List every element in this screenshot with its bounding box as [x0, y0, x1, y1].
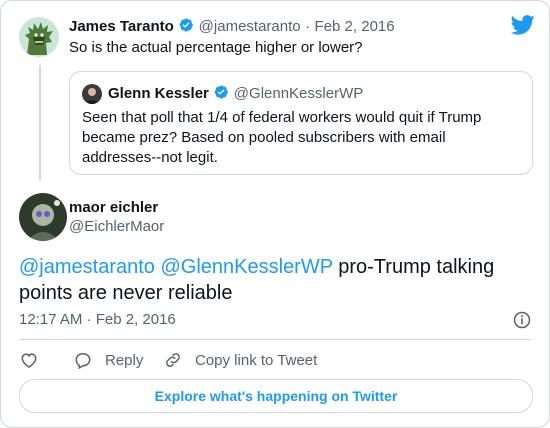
divider	[19, 339, 531, 340]
quoted-text-line: addresses--not legit.	[82, 149, 218, 166]
author-name[interactable]: Glenn Kessler	[108, 85, 209, 102]
tweet-timestamp[interactable]: 12:17 AM · Feb 2, 2016	[19, 311, 176, 328]
separator: ·	[305, 18, 311, 35]
author-handle[interactable]: @jamestaranto	[199, 18, 301, 35]
copy-link-button[interactable]: Copy link to Tweet	[163, 349, 317, 371]
explore-label: Explore what's happening on Twitter	[154, 388, 398, 404]
avatar	[82, 84, 102, 104]
reply-button[interactable]: Reply	[73, 349, 143, 371]
reply-tweet-text: So is the actual percentage higher or lo…	[69, 39, 363, 56]
like-button[interactable]	[19, 349, 51, 371]
main-tweet-author: maor eichler @EichlerMaor	[69, 199, 164, 235]
speech-bubble-icon	[75, 353, 91, 370]
quoted-text-line: became prez? Based on pooled subscribers…	[82, 129, 446, 146]
link-icon	[166, 353, 180, 367]
reply-tweet-header: James Taranto @jamestaranto · Feb 2, 201…	[69, 17, 395, 36]
person-avatar-icon	[82, 84, 102, 104]
person-avatar-icon	[19, 193, 67, 241]
quoted-text-line: Seen that poll that 1/4 of federal worke…	[82, 109, 482, 126]
quoted-tweet-header: Glenn Kessler @GlennKesslerWP	[108, 84, 363, 103]
avatar[interactable]	[19, 17, 59, 57]
info-icon[interactable]	[512, 310, 532, 330]
quoted-tweet[interactable]: Glenn Kessler @GlennKesslerWP Seen that …	[69, 71, 533, 175]
godzilla-avatar-icon	[19, 17, 59, 57]
tweet-text: points are never reliable	[19, 282, 233, 304]
heart-icon	[21, 353, 37, 368]
verified-badge-icon	[215, 85, 229, 99]
author-name[interactable]: maor eichler	[69, 199, 164, 216]
tweet-text: pro-Trump talking	[332, 256, 495, 278]
mention-link[interactable]: @jamestaranto	[19, 256, 155, 278]
author-handle: @GlennKesslerWP	[233, 85, 364, 102]
main-tweet-text: @jamestaranto @GlennKesslerWP pro-Trump …	[19, 254, 519, 306]
mention-link[interactable]: @GlennKesslerWP	[160, 256, 332, 278]
tweet-date[interactable]: Feb 2, 2016	[315, 18, 395, 35]
quoted-tweet-text: Seen that poll that 1/4 of federal worke…	[82, 108, 481, 168]
thread-connector	[39, 65, 41, 180]
verified-badge-icon	[179, 18, 194, 32]
reply-label: Reply	[105, 351, 144, 369]
copy-link-label: Copy link to Tweet	[195, 351, 318, 369]
twitter-bird-icon[interactable]	[511, 15, 535, 35]
avatar[interactable]	[19, 193, 67, 241]
explore-twitter-button[interactable]: Explore what's happening on Twitter	[19, 379, 533, 413]
author-name[interactable]: James Taranto	[69, 18, 174, 35]
author-handle[interactable]: @EichlerMaor	[69, 218, 164, 235]
tweet-embed-card: James Taranto @jamestaranto · Feb 2, 201…	[0, 0, 550, 428]
